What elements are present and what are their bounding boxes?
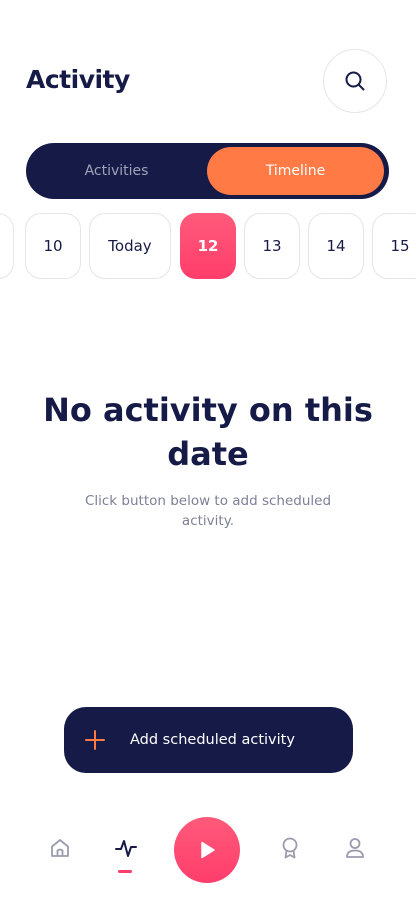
- date-chip-selected[interactable]: 12: [180, 213, 236, 279]
- view-toggle: Activities Timeline: [26, 143, 389, 199]
- bottom-nav: [0, 810, 416, 890]
- nav-activity[interactable]: [112, 834, 140, 862]
- date-chip[interactable]: 13: [244, 213, 300, 279]
- search-icon: [345, 71, 365, 91]
- nav-home[interactable]: [46, 834, 74, 862]
- profile-icon: [346, 838, 364, 858]
- date-chip[interactable]: 10: [25, 213, 81, 279]
- home-icon: [51, 839, 69, 857]
- date-chip-today[interactable]: Today: [89, 213, 171, 279]
- empty-state-title: No activity on this date: [43, 391, 373, 473]
- nav-profile[interactable]: [341, 834, 369, 862]
- activity-pulse-icon: [115, 840, 137, 857]
- date-selector: 10 Today 12 13 14 15: [0, 213, 416, 281]
- date-chip[interactable]: [0, 213, 14, 279]
- page-title: Activity: [26, 65, 130, 94]
- add-button-label: Add scheduled activity: [130, 732, 295, 748]
- play-icon: [201, 841, 215, 859]
- active-tab-indicator: [118, 870, 132, 873]
- tab-timeline[interactable]: Timeline: [207, 147, 384, 195]
- tab-activities[interactable]: Activities: [26, 143, 207, 199]
- play-button[interactable]: [174, 817, 240, 883]
- nav-awards[interactable]: [276, 834, 304, 862]
- plus-icon: [85, 730, 105, 750]
- date-chip[interactable]: 14: [308, 213, 364, 279]
- date-chip[interactable]: 15: [372, 213, 416, 279]
- add-scheduled-activity-button[interactable]: Add scheduled activity: [64, 707, 353, 773]
- empty-state-subtitle: Click button below to add scheduled acti…: [84, 493, 332, 529]
- award-icon: [282, 837, 298, 859]
- search-button[interactable]: [323, 49, 387, 113]
